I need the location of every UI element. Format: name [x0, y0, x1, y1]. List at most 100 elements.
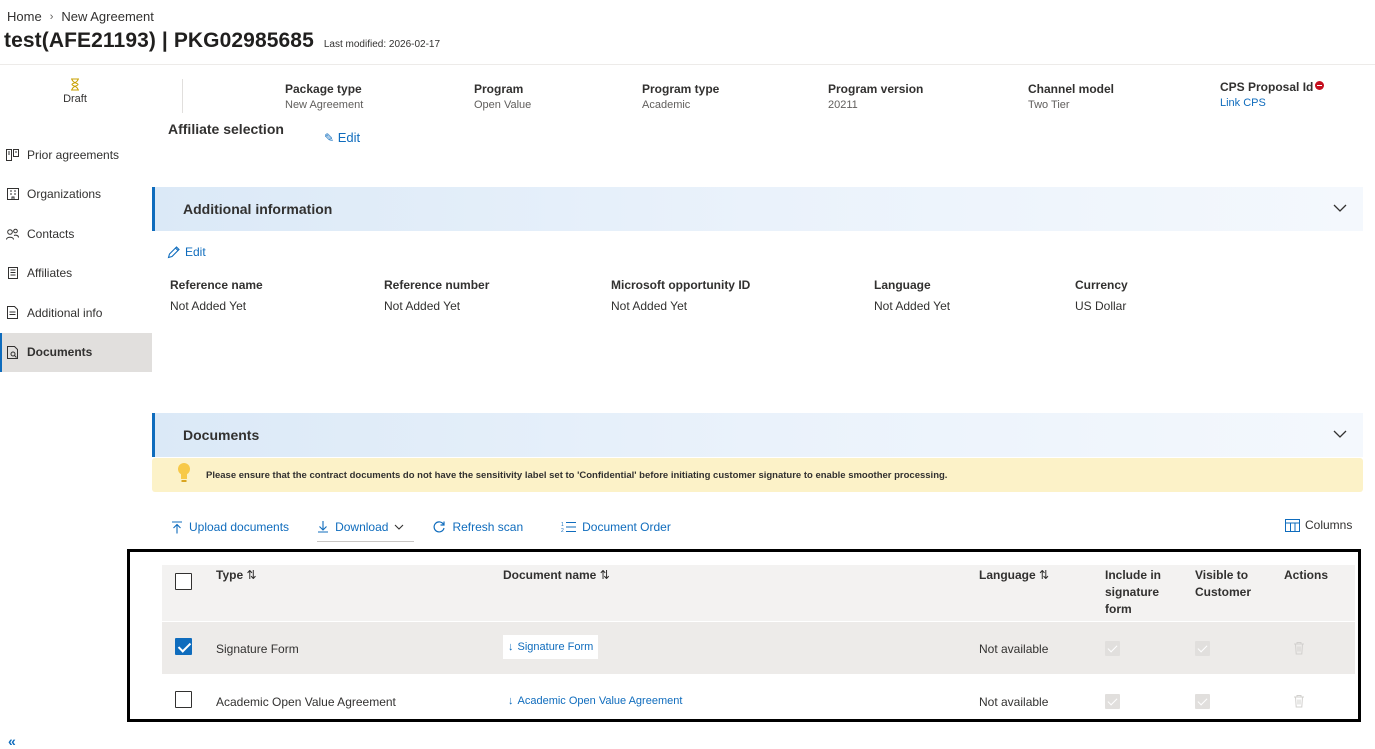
column-label: Language: [979, 568, 1036, 582]
sidebar-item-affiliates[interactable]: Affiliates: [0, 254, 152, 294]
field-label: Program: [474, 82, 524, 96]
field-label: Package type: [285, 82, 362, 96]
status-label: Draft: [63, 93, 87, 105]
row-checkbox[interactable]: [175, 638, 192, 655]
field-value: 20211: [828, 99, 858, 111]
document-language: Not available: [979, 642, 1049, 656]
document-download-link[interactable]: ↓ Academic Open Value Agreement: [508, 695, 682, 707]
download-dropdown[interactable]: Download: [317, 520, 415, 542]
page-header: test(AFE21193) | PKG02985685 Last modifi…: [4, 29, 440, 53]
sidebar-item-documents[interactable]: Documents: [0, 332, 152, 372]
sort-icon: ⇅: [599, 568, 610, 582]
package-summary: Draft Package type New Agreement Program…: [0, 64, 1375, 126]
include-signature-checkbox: [1105, 641, 1120, 656]
column-label-line: Include in: [1105, 568, 1162, 582]
program-field: Program Open Value: [474, 82, 531, 111]
notice-text: Please ensure that the contract document…: [206, 469, 948, 481]
sidebar-item-label: Prior agreements: [27, 147, 120, 162]
sidebar-item-label: Documents: [27, 345, 93, 360]
column-header-type[interactable]: Type ⇅: [216, 567, 257, 584]
field-value: Academic: [642, 99, 691, 111]
field-value: Not Added Yet: [874, 299, 951, 313]
chevron-down-icon[interactable]: [1333, 201, 1347, 215]
select-all-checkbox[interactable]: [175, 573, 192, 590]
sidebar-item-contacts[interactable]: Contacts: [0, 214, 152, 254]
chevron-down-icon: [395, 524, 404, 530]
document-order-label: Document Order: [582, 520, 671, 534]
field-value: Not Added Yet: [170, 299, 247, 313]
column-header-visible-customer: Visible to Customer: [1195, 567, 1251, 601]
link-cps[interactable]: Link CPS: [1220, 97, 1324, 109]
edit-label: Edit: [185, 245, 206, 259]
sidebar-item-prior-agreements[interactable]: Prior agreements: [0, 135, 152, 175]
affiliate-section-title: Affiliate selection: [168, 121, 284, 134]
document-language: Not available: [979, 695, 1049, 709]
program-version-field: Program version 20211: [828, 82, 923, 111]
document-name: Academic Open Value Agreement: [517, 695, 683, 707]
column-header-document-name[interactable]: Document name ⇅: [503, 567, 610, 584]
sort-icon: ⇅: [1039, 568, 1050, 582]
upload-documents-button[interactable]: Upload documents: [171, 520, 289, 534]
breadcrumb-home[interactable]: Home: [7, 9, 42, 24]
building-icon: [6, 188, 19, 201]
last-modified: Last modified: 2026-02-17: [323, 39, 441, 50]
documents-header[interactable]: Documents: [152, 413, 1363, 457]
columns-label: Columns: [1305, 518, 1353, 532]
affiliates-icon: [6, 267, 19, 280]
refresh-scan-button[interactable]: Refresh scan: [432, 520, 523, 534]
documents-toolbar: Upload documents Download Refresh scan 1…: [171, 518, 671, 542]
reference-name-field: Reference name Not Added Yet: [170, 278, 263, 313]
document-order-button[interactable]: 12 Document Order: [561, 520, 671, 534]
field-label: Program version: [828, 82, 924, 96]
affiliate-edit-button[interactable]: ✎ Edit: [324, 130, 360, 145]
field-value: Not Added Yet: [611, 299, 688, 313]
list-icon: 12: [561, 521, 577, 533]
field-value: Open Value: [474, 99, 532, 111]
additional-info-edit-button[interactable]: Edit: [167, 245, 206, 259]
document-name: Signature Form: [517, 641, 594, 653]
field-label: Currency: [1075, 278, 1128, 292]
sidebar-item-label: Affiliates: [27, 266, 73, 281]
refresh-icon: [433, 521, 446, 533]
field-value: US Dollar: [1075, 299, 1127, 313]
page-title: test(AFE21193) | PKG02985685: [4, 29, 314, 52]
column-label-line: signature: [1105, 585, 1160, 599]
reference-number-field: Reference number Not Added Yet: [384, 278, 489, 313]
column-label-line: form: [1105, 602, 1132, 616]
row-checkbox[interactable]: [175, 691, 192, 708]
chevron-down-icon[interactable]: [1333, 427, 1347, 441]
people-icon: [6, 227, 19, 240]
additional-info-header[interactable]: Additional information: [152, 187, 1363, 231]
sidebar-item-label: Contacts: [27, 226, 75, 241]
column-label-line: Customer: [1195, 585, 1252, 599]
field-label: Reference number: [384, 278, 490, 292]
section-title: Additional information: [183, 201, 333, 217]
document-download-link[interactable]: ↓ Signature Form: [503, 635, 599, 659]
field-label: CPS Proposal Id: [1220, 80, 1325, 94]
section-title: Documents: [183, 427, 260, 443]
edit-label: Edit: [337, 130, 361, 145]
edit-icon: ✎: [324, 131, 335, 145]
field-value: Two Tier: [1028, 99, 1070, 111]
table-row[interactable]: Academic Open Value Agreement ↓ Academic…: [162, 675, 1355, 727]
sidebar: Prior agreements Organizations Contacts …: [0, 135, 152, 372]
column-label-line: Visible to: [1195, 568, 1249, 582]
download-icon: [318, 521, 329, 533]
sidebar-item-additional-info[interactable]: Additional info: [0, 293, 152, 333]
columns-icon: [1285, 518, 1300, 532]
currency-field: Currency US Dollar: [1075, 278, 1128, 313]
edit-icon: [167, 245, 180, 258]
sidebar-item-organizations[interactable]: Organizations: [0, 175, 152, 215]
field-label: Reference name: [170, 278, 263, 292]
language-field: Language Not Added Yet: [874, 278, 950, 313]
table-row[interactable]: Signature Form ↓ Signature Form Not avai…: [162, 622, 1355, 674]
column-header-include-signature: Include in signature form: [1105, 567, 1161, 618]
channel-model-field: Channel model Two Tier: [1028, 82, 1114, 111]
column-header-language[interactable]: Language ⇅: [979, 567, 1049, 584]
column-header-actions: Actions: [1284, 568, 1329, 582]
column-label: Type: [216, 568, 244, 582]
hourglass-icon: [69, 78, 81, 92]
download-icon: ↓: [508, 695, 514, 707]
lightbulb-icon: [178, 463, 190, 482]
columns-button[interactable]: Columns: [1285, 518, 1352, 532]
